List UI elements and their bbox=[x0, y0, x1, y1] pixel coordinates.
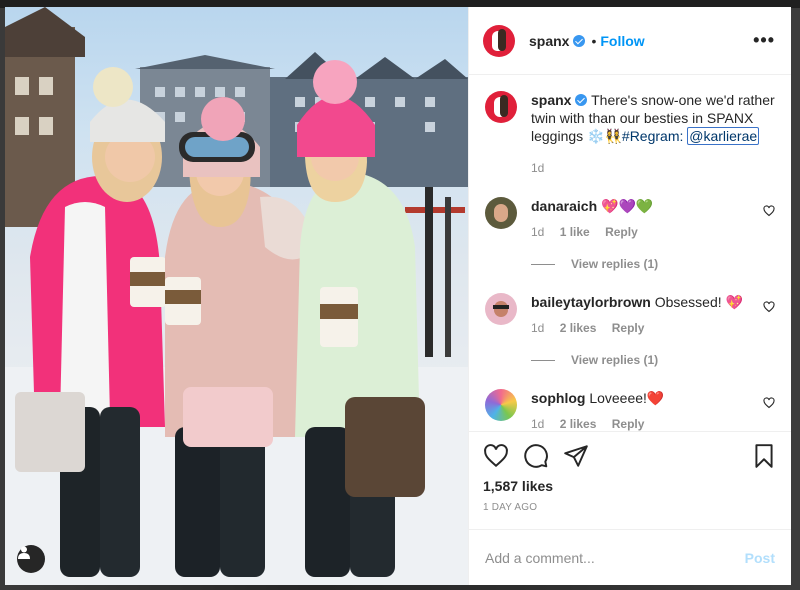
view-replies[interactable]: View replies (1) bbox=[531, 353, 775, 367]
likes-count[interactable]: 1,587 likes bbox=[483, 478, 777, 494]
comment-text: Loveeee!❤️ bbox=[585, 390, 665, 406]
caption-time[interactable]: 1d bbox=[531, 161, 544, 175]
bookmark-icon[interactable] bbox=[751, 443, 777, 469]
reply-button[interactable]: Reply bbox=[605, 225, 638, 239]
spanx-avatar[interactable] bbox=[483, 24, 515, 57]
comment-text: 💖💜💚 bbox=[597, 198, 654, 214]
comment-likes[interactable]: 1 like bbox=[560, 225, 590, 239]
photo-illustration bbox=[5, 7, 468, 585]
caption-verified-icon bbox=[575, 94, 588, 106]
add-comment-bar: Post bbox=[469, 529, 791, 585]
like-comment-heart-icon[interactable] bbox=[763, 301, 775, 313]
post-modal: spanx • Follow ••• spanx There's snow-on… bbox=[5, 7, 791, 585]
caption: spanx There's snow-one we'd rather twin … bbox=[485, 91, 775, 177]
view-replies-label[interactable]: View replies (1) bbox=[571, 257, 658, 271]
like-comment-heart-icon[interactable] bbox=[763, 205, 775, 217]
caption-avatar[interactable] bbox=[485, 91, 517, 123]
tagged-users-icon[interactable] bbox=[17, 545, 45, 573]
comment-avatar[interactable] bbox=[485, 197, 517, 229]
comment-row: danaraich 💖💜💚 1d 1 like Reply bbox=[485, 197, 775, 241]
replies-line bbox=[531, 263, 555, 265]
post-actions: 1,587 likes 1 DAY AGO bbox=[469, 431, 791, 529]
comment-time[interactable]: 1d bbox=[531, 417, 544, 431]
separator-dot: • bbox=[591, 32, 597, 49]
comment-row: baileytaylorbrown Obsessed! 💖 1d 2 likes… bbox=[485, 293, 775, 337]
more-options-icon[interactable]: ••• bbox=[753, 30, 775, 51]
share-paper-plane-icon[interactable] bbox=[563, 443, 589, 469]
view-replies[interactable]: View replies (1) bbox=[531, 257, 775, 271]
comment-username[interactable]: baileytaylorbrown bbox=[531, 294, 651, 310]
comments-list[interactable]: spanx There's snow-one we'd rather twin … bbox=[469, 75, 791, 431]
comment-time[interactable]: 1d bbox=[531, 225, 544, 239]
comment-avatar[interactable] bbox=[485, 389, 517, 421]
comment-meta: 1d 2 likes Reply bbox=[531, 319, 775, 337]
comment-likes[interactable]: 2 likes bbox=[560, 321, 597, 335]
action-icons bbox=[483, 438, 777, 474]
comment-meta: 1d 2 likes Reply bbox=[531, 415, 775, 431]
post-header: spanx • Follow ••• bbox=[469, 7, 791, 75]
post-side-panel: spanx • Follow ••• spanx There's snow-on… bbox=[468, 7, 791, 585]
like-comment-heart-icon[interactable] bbox=[763, 397, 775, 409]
comment-likes[interactable]: 2 likes bbox=[560, 417, 597, 431]
comment-bubble-icon[interactable] bbox=[523, 443, 549, 469]
reply-button[interactable]: Reply bbox=[612, 321, 645, 335]
add-comment-input[interactable] bbox=[485, 549, 745, 566]
caption-mention[interactable]: @karlierae bbox=[687, 127, 760, 145]
comment-body: sophlog Loveeee!❤️ 1d 2 likes Reply bbox=[531, 389, 775, 431]
comment-username[interactable]: danaraich bbox=[531, 198, 597, 214]
post-photo[interactable] bbox=[5, 7, 468, 585]
post-comment-button[interactable]: Post bbox=[745, 550, 775, 566]
follow-button[interactable]: Follow bbox=[600, 33, 644, 49]
comment-avatar[interactable] bbox=[485, 293, 517, 325]
comment-username[interactable]: sophlog bbox=[531, 390, 585, 406]
caption-body: spanx There's snow-one we'd rather twin … bbox=[531, 91, 775, 177]
comment-meta: 1d 1 like Reply bbox=[531, 223, 775, 241]
caption-username[interactable]: spanx bbox=[531, 92, 571, 108]
comment-body: baileytaylorbrown Obsessed! 💖 1d 2 likes… bbox=[531, 293, 775, 337]
header-username[interactable]: spanx bbox=[529, 33, 569, 49]
caption-hashtag[interactable]: #Regram: bbox=[622, 128, 683, 144]
like-heart-icon[interactable] bbox=[483, 443, 509, 469]
view-replies-label[interactable]: View replies (1) bbox=[571, 353, 658, 367]
replies-line bbox=[531, 359, 555, 361]
comment-text: Obsessed! 💖 bbox=[650, 294, 743, 310]
verified-badge-icon bbox=[573, 34, 586, 47]
comment-time[interactable]: 1d bbox=[531, 321, 544, 335]
post-timestamp[interactable]: 1 DAY AGO bbox=[483, 502, 777, 513]
reply-button[interactable]: Reply bbox=[612, 417, 645, 431]
comment-row: sophlog Loveeee!❤️ 1d 2 likes Reply bbox=[485, 389, 775, 431]
comment-body: danaraich 💖💜💚 1d 1 like Reply bbox=[531, 197, 775, 241]
